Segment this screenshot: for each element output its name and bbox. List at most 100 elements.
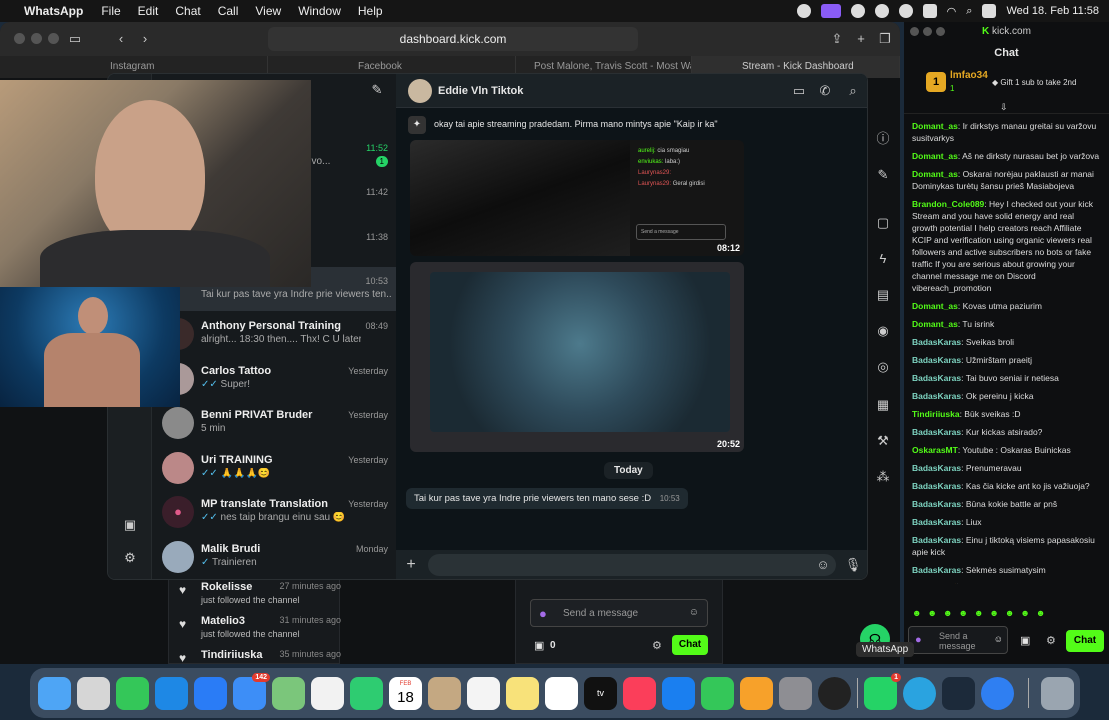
menu-call[interactable]: Call xyxy=(218,4,239,18)
apple-tv-icon[interactable]: tv xyxy=(584,676,617,710)
keynote-icon[interactable] xyxy=(662,676,695,710)
share-icon[interactable]: ⇪ xyxy=(826,28,848,50)
chat-username[interactable]: BadasKaras xyxy=(912,391,961,401)
tab-overview-icon[interactable]: ❐ xyxy=(874,28,896,50)
chat-username[interactable]: Domant_as xyxy=(912,319,958,329)
emote-icon[interactable]: ☻ xyxy=(943,608,952,622)
trash-icon[interactable] xyxy=(1041,676,1074,710)
emote-icon[interactable]: ☻ xyxy=(1005,608,1014,622)
screen-record-icon[interactable] xyxy=(820,4,841,18)
system-settings-icon[interactable] xyxy=(779,676,812,710)
settings-icon[interactable]: ⚙ xyxy=(652,639,662,652)
reminders-icon[interactable] xyxy=(467,676,500,710)
chat-username[interactable]: BadasKaras xyxy=(912,463,961,473)
community-icon[interactable]: ⁂ xyxy=(872,466,894,488)
forward-icon[interactable]: › xyxy=(134,28,156,50)
menu-file[interactable]: File xyxy=(101,4,120,18)
facetime-icon[interactable] xyxy=(350,676,383,710)
gift-prompt[interactable]: ◆ Gift 1 sub to take 2nd xyxy=(992,78,1076,87)
close-button[interactable] xyxy=(910,27,919,36)
info-icon[interactable]: ⓘ xyxy=(872,128,894,150)
attach-icon[interactable]: + xyxy=(400,554,422,576)
chat-row[interactable]: Carlos Tattoo ✓✓ Super! Yesterday xyxy=(152,357,396,401)
emoji-icon[interactable]: ☺ xyxy=(812,554,834,576)
emoji-icon[interactable]: ☺ xyxy=(689,607,699,618)
settings-icon[interactable]: ⚙ xyxy=(1046,634,1056,647)
chat-username[interactable]: Domant_as xyxy=(912,301,958,311)
launchpad-icon[interactable] xyxy=(77,676,110,710)
status-icon[interactable] xyxy=(796,4,811,18)
chat-row[interactable]: Anthony Personal Training alright... 18:… xyxy=(152,312,396,356)
chat-username[interactable]: Lape666 xyxy=(912,583,946,584)
menu-window[interactable]: Window xyxy=(298,4,341,18)
chat-row[interactable]: Uri TRAINING ✓✓ 🙏🙏🙏😊 Yesterday xyxy=(152,446,396,490)
datetime[interactable]: Wed 18. Feb 11:58 xyxy=(1006,5,1099,17)
emote-icon[interactable]: ☻ xyxy=(1020,608,1029,622)
minimize-button[interactable] xyxy=(31,33,42,44)
search-icon[interactable]: ⌕ xyxy=(842,80,864,102)
chat-username[interactable]: BadasKaras xyxy=(912,517,961,527)
messages-icon[interactable] xyxy=(116,676,149,710)
settings-icon[interactable]: ⚙ xyxy=(119,547,141,569)
media-message-2[interactable]: 20:52 xyxy=(410,262,744,452)
safari-download-icon[interactable] xyxy=(981,676,1014,710)
telegram-icon[interactable] xyxy=(903,676,936,710)
emote-icon[interactable]: ☻ xyxy=(912,608,921,622)
chat-row[interactable]: Benni PRIVAT Bruder 5 min Yesterday xyxy=(152,401,396,445)
safari-icon[interactable] xyxy=(155,676,188,710)
minimize-button[interactable] xyxy=(923,27,932,36)
emote-icon[interactable]: ☻ xyxy=(1036,608,1045,622)
freeform-icon[interactable] xyxy=(545,676,578,710)
chat-username[interactable]: OskarasMT xyxy=(912,445,958,455)
chat-username[interactable]: BadasKaras xyxy=(912,565,961,575)
message-bubble[interactable]: Tai kur pas tave yra Indre prie viewers … xyxy=(406,488,688,509)
chat-username[interactable]: BadasKaras xyxy=(912,481,961,491)
chat-input[interactable]: ● Send a message ☺ xyxy=(908,626,1008,654)
microphone-icon[interactable]: 🎙 xyxy=(842,554,864,576)
bolt-icon[interactable]: ϟ xyxy=(872,248,894,270)
chat-username[interactable]: Domant_as xyxy=(912,121,958,131)
emote-icon[interactable]: ☻ xyxy=(989,608,998,622)
video-call-icon[interactable]: ▭ xyxy=(788,80,810,102)
contacts-icon[interactable] xyxy=(428,676,461,710)
control-center-icon[interactable] xyxy=(982,4,997,18)
chat-row[interactable]: Malik Brudi ✓ Trainieren Monday xyxy=(152,535,396,579)
photos-icon[interactable] xyxy=(311,676,344,710)
app-name[interactable]: WhatsApp xyxy=(24,4,83,18)
navigation-icon[interactable] xyxy=(850,4,865,18)
chat-username[interactable]: Brandon_Cole089 xyxy=(912,199,984,209)
layout-icon[interactable]: ▦ xyxy=(872,394,894,416)
send-chat-button[interactable]: Chat xyxy=(1066,630,1104,652)
app-store-icon[interactable] xyxy=(194,676,227,710)
zoom-button[interactable] xyxy=(48,33,59,44)
zoom-button[interactable] xyxy=(936,27,945,36)
maps-icon[interactable] xyxy=(272,676,305,710)
music-icon[interactable] xyxy=(623,676,656,710)
media-message-1[interactable]: aurelij: cia smagiau enviukas: laba:) La… xyxy=(410,140,744,256)
url-bar[interactable]: dashboard.kick.com xyxy=(268,27,638,51)
chat-username[interactable]: BadasKaras xyxy=(912,499,961,509)
play-icon[interactable] xyxy=(874,4,889,18)
pages-icon[interactable] xyxy=(740,676,773,710)
dashboard-chat-input[interactable]: ● Send a message ☺ xyxy=(530,599,708,627)
back-icon[interactable]: ‹ xyxy=(110,28,132,50)
notes-icon[interactable] xyxy=(506,676,539,710)
edit-icon[interactable]: ✎ xyxy=(872,164,894,186)
emote-icon[interactable]: ☻ xyxy=(927,608,936,622)
emote-icon[interactable]: ☻ xyxy=(974,608,983,622)
chat-username[interactable]: BadasKaras xyxy=(912,337,961,347)
numbers-icon[interactable] xyxy=(701,676,734,710)
new-tab-icon[interactable]: + xyxy=(850,28,872,50)
document-icon[interactable]: ▤ xyxy=(872,284,894,306)
chat-username[interactable]: Domant_as xyxy=(912,169,958,179)
mail-icon[interactable]: 142 xyxy=(233,672,270,710)
gift-icon[interactable]: ▣ xyxy=(1020,634,1030,647)
chat-username[interactable]: BadasKaras xyxy=(912,535,961,545)
search-icon[interactable]: ⌕ xyxy=(966,5,972,18)
emote-icon[interactable]: ☻ xyxy=(958,608,967,622)
input-source-icon[interactable] xyxy=(922,4,937,18)
media-icon[interactable]: ▣ xyxy=(119,514,141,536)
close-button[interactable] xyxy=(14,33,25,44)
league-of-legends-icon[interactable] xyxy=(942,676,975,710)
broadcast-icon[interactable]: ◎ xyxy=(872,356,894,378)
